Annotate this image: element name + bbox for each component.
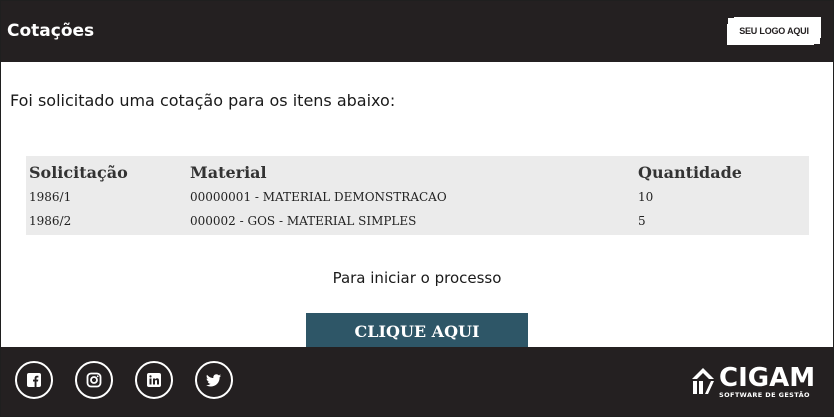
column-header-solicitacao: Solicitação (29, 163, 128, 182)
page-title: Cotações (7, 21, 95, 41)
email-frame: Cotações SEU LOGO AQUI Foi solicitado um… (0, 0, 834, 417)
items-table: Solicitação Material Quantidade 1986/1 0… (26, 156, 809, 235)
column-header-material: Material (190, 163, 267, 182)
facebook-icon[interactable] (15, 361, 53, 399)
intro-text: Foi solicitado uma cotação para os itens… (10, 91, 396, 110)
brand-tagline: SOFTWARE DE GESTÃO (719, 391, 810, 399)
cta-text: Para iniciar o processo (332, 269, 502, 287)
table-cell: 000002 - GOS - MATERIAL SIMPLES (190, 214, 417, 228)
clique-aqui-button[interactable]: CLIQUE AQUI (306, 313, 528, 350)
table-cell: 5 (638, 214, 646, 228)
table-cell: 10 (638, 190, 654, 204)
column-header-quantidade: Quantidade (638, 163, 742, 182)
footer-bar: CIGAM SOFTWARE DE GESTÃO (1, 347, 833, 416)
twitter-icon[interactable] (195, 361, 233, 399)
header-bar: Cotações SEU LOGO AQUI (1, 1, 833, 62)
table-cell: 1986/1 (29, 190, 72, 204)
table-cell: 1986/2 (29, 214, 72, 228)
table-cell: 00000001 - MATERIAL DEMONSTRACAO (190, 190, 447, 204)
brand-name: CIGAM (719, 363, 816, 393)
cigam-logo-icon (692, 368, 714, 394)
instagram-icon[interactable] (75, 361, 113, 399)
cigam-brand-logo: CIGAM SOFTWARE DE GESTÃO (691, 363, 831, 401)
logo-placeholder: SEU LOGO AQUI (726, 16, 822, 46)
linkedin-icon[interactable] (135, 361, 173, 399)
